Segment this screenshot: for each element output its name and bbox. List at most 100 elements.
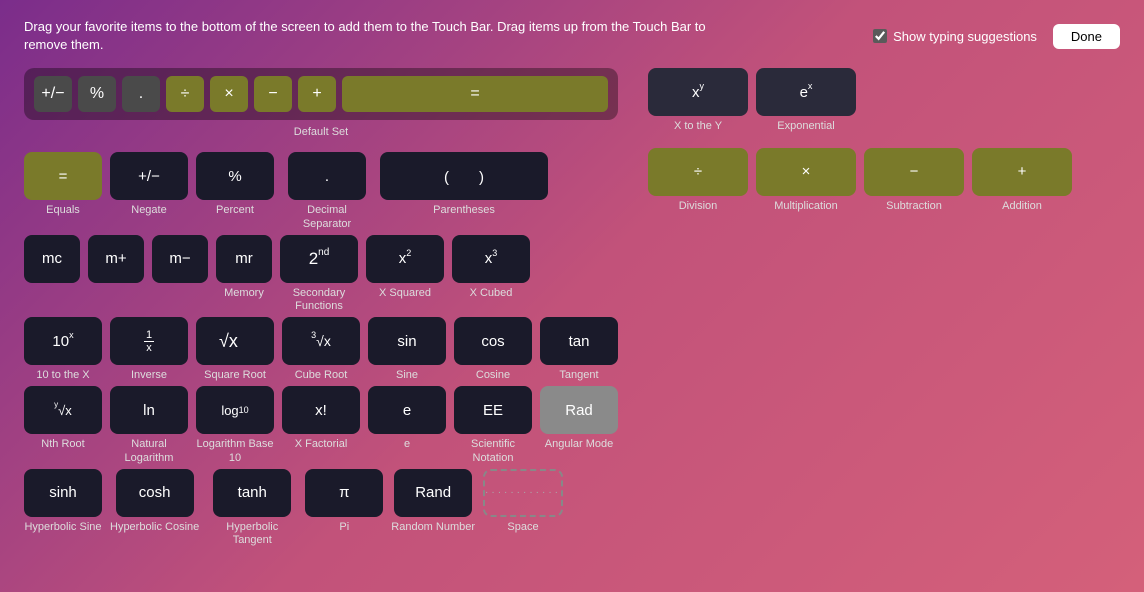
tan-button[interactable]: tan — [540, 317, 618, 365]
rand-button[interactable]: Rand — [394, 469, 472, 517]
pi-button[interactable]: π — [305, 469, 383, 517]
rad-button[interactable]: Rad — [540, 386, 618, 434]
e-label: e — [404, 438, 410, 451]
inverse-label: Inverse — [131, 369, 167, 382]
secondary-label: SecondaryFunctions — [293, 287, 346, 313]
mr-button[interactable]: mr — [216, 235, 272, 283]
cosh-label: Hyperbolic Cosine — [110, 521, 199, 534]
mminus-button[interactable]: m− — [152, 235, 208, 283]
top-bar-right: Show typing suggestions Done — [873, 24, 1120, 49]
negate-label: Negate — [131, 204, 166, 217]
checkbox-label[interactable]: Show typing suggestions — [873, 29, 1037, 44]
log10-button[interactable]: log10 — [196, 386, 274, 434]
tan-item: tan Tangent — [540, 317, 618, 382]
xfactorial-button[interactable]: x! — [282, 386, 360, 434]
instruction-text: Drag your favorite items to the bottom o… — [24, 18, 724, 54]
addition-button[interactable]: + — [972, 148, 1072, 196]
rand-item: Rand Random Number — [391, 469, 475, 547]
division-button[interactable]: ÷ — [648, 148, 748, 196]
tanh-button[interactable]: tanh — [213, 469, 291, 517]
xsquared-button[interactable]: x2 — [366, 235, 444, 283]
ee-button[interactable]: EE — [454, 386, 532, 434]
tan-label: Tangent — [559, 369, 598, 382]
nthroot-item: y√x Nth Root — [24, 386, 102, 464]
mplus-item: m+ — [88, 235, 144, 313]
done-button[interactable]: Done — [1053, 24, 1120, 49]
multiplication-button[interactable]: × — [756, 148, 856, 196]
ln-item: ln Natural Logarithm — [110, 386, 188, 464]
cosh-button[interactable]: cosh — [116, 469, 194, 517]
typing-suggestions-checkbox[interactable] — [873, 29, 887, 43]
cos-label: Cosine — [476, 369, 510, 382]
ee-item: EE Scientific Notation — [454, 386, 532, 464]
xsquared-label: X Squared — [379, 287, 431, 300]
row-2: mc m+ m− mr Memory 2nd SecondaryFunction… — [24, 235, 618, 313]
xcubed-item: x3 X Cubed — [452, 235, 530, 313]
percent-button[interactable]: % — [196, 152, 274, 200]
right-row-top: xy X to the Y ex Exponential — [648, 68, 1120, 133]
10x-button[interactable]: 10x — [24, 317, 102, 365]
ds-key-divide[interactable]: ÷ — [166, 76, 204, 112]
decimal-button[interactable]: . — [288, 152, 366, 200]
space-item: ············ Space — [483, 469, 563, 547]
secondary-button[interactable]: 2nd — [280, 235, 358, 283]
svg-text:√x: √x — [219, 331, 238, 351]
mplus-button[interactable]: m+ — [88, 235, 144, 283]
space-button[interactable]: ············ — [483, 469, 563, 517]
xtoy-button[interactable]: xy — [648, 68, 748, 116]
negate-item: +/− Negate — [110, 152, 188, 230]
ds-key-subtract[interactable]: − — [254, 76, 292, 112]
sinh-item: sinh Hyperbolic Sine — [24, 469, 102, 547]
ds-key-multiply[interactable]: × — [210, 76, 248, 112]
secondary-item: 2nd SecondaryFunctions — [280, 235, 358, 313]
10x-item: 10x 10 to the X — [24, 317, 102, 382]
parentheses-button[interactable]: ( ) — [380, 152, 548, 200]
exp-item: ex Exponential — [756, 68, 856, 133]
ds-key-equals[interactable]: = — [342, 76, 608, 112]
cbrt-button[interactable]: 3√x — [282, 317, 360, 365]
sin-item: sin Sine — [368, 317, 446, 382]
ds-key-add[interactable]: + — [298, 76, 336, 112]
inverse-button[interactable]: 1x — [110, 317, 188, 365]
space-label: Space — [507, 521, 538, 534]
rand-label: Random Number — [391, 521, 475, 534]
cos-button[interactable]: cos — [454, 317, 532, 365]
cosh-item: cosh Hyperbolic Cosine — [110, 469, 199, 547]
mc-item: mc — [24, 235, 80, 313]
ds-key-percent[interactable]: % — [78, 76, 116, 112]
row-1: = Equals +/− Negate % Percent . Decimal … — [24, 152, 618, 230]
pi-item: π Pi — [305, 469, 383, 547]
ds-key-negpercent[interactable]: +/− — [34, 76, 72, 112]
xcubed-button[interactable]: x3 — [452, 235, 530, 283]
rad-label: Angular Mode — [545, 438, 614, 451]
sinh-label: Hyperbolic Sine — [24, 521, 101, 534]
parentheses-item: ( ) Parentheses — [380, 152, 548, 230]
negate-button[interactable]: +/− — [110, 152, 188, 200]
mr-label: Memory — [224, 287, 264, 300]
sinh-button[interactable]: sinh — [24, 469, 102, 517]
cos-item: cos Cosine — [454, 317, 532, 382]
nthroot-label: Nth Root — [41, 438, 84, 451]
percent-item: % Percent — [196, 152, 274, 230]
ln-button[interactable]: ln — [110, 386, 188, 434]
rad-item: Rad Angular Mode — [540, 386, 618, 464]
ee-label: Scientific Notation — [454, 438, 532, 464]
ln-label: Natural Logarithm — [110, 438, 188, 464]
multiplication-label: Multiplication — [774, 200, 838, 213]
mc-button[interactable]: mc — [24, 235, 80, 283]
equals-button[interactable]: = — [24, 152, 102, 200]
cbrt-label: Cube Root — [295, 369, 348, 382]
tanh-item: tanh Hyperbolic Tangent — [207, 469, 297, 547]
e-button[interactable]: e — [368, 386, 446, 434]
sqrt-button[interactable]: √x — [196, 317, 274, 365]
mr-item: mr Memory — [216, 235, 272, 313]
exp-button[interactable]: ex — [756, 68, 856, 116]
log10-label: Logarithm Base 10 — [196, 438, 274, 464]
top-bar: Drag your favorite items to the bottom o… — [0, 0, 1144, 68]
subtraction-button[interactable]: − — [864, 148, 964, 196]
sin-button[interactable]: sin — [368, 317, 446, 365]
addition-item: + Addition — [972, 148, 1072, 213]
ds-key-dot[interactable]: . — [122, 76, 160, 112]
nthroot-button[interactable]: y√x — [24, 386, 102, 434]
row-5: sinh Hyperbolic Sine cosh Hyperbolic Cos… — [24, 469, 618, 547]
